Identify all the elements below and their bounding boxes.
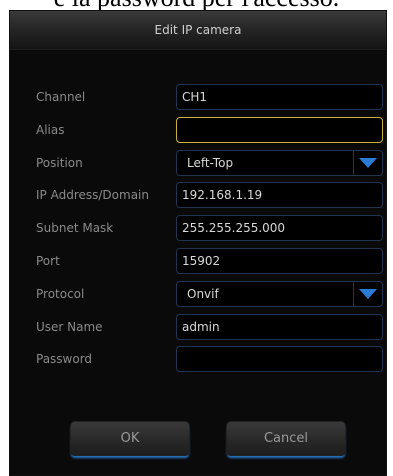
alias-input[interactable] bbox=[176, 117, 383, 143]
ok-button[interactable]: OK bbox=[70, 421, 190, 456]
label-user-name: User Name bbox=[36, 320, 103, 334]
protocol-value: Onvif bbox=[187, 287, 219, 301]
label-port: Port bbox=[36, 254, 60, 268]
position-value: Left-Top bbox=[187, 156, 234, 170]
label-protocol: Protocol bbox=[36, 287, 85, 301]
edit-ip-camera-dialog: Edit IP camera Channel Alias Position IP… bbox=[9, 10, 387, 476]
subnet-mask-input[interactable]: 255.255.255.000 bbox=[176, 215, 383, 241]
password-input[interactable] bbox=[176, 346, 383, 372]
partial-caption-text: e la password per l'accesso. bbox=[0, 0, 393, 10]
channel-field[interactable]: CH1 bbox=[176, 84, 383, 110]
protocol-select[interactable]: Onvif bbox=[176, 281, 383, 307]
dialog-title: Edit IP camera bbox=[10, 11, 386, 50]
label-subnet-mask: Subnet Mask bbox=[36, 221, 114, 235]
label-position: Position bbox=[36, 156, 83, 170]
chevron-down-icon bbox=[359, 158, 377, 168]
port-input[interactable]: 15902 bbox=[176, 248, 383, 274]
label-password: Password bbox=[36, 352, 93, 366]
label-channel: Channel bbox=[36, 90, 86, 104]
position-dropdown-button[interactable] bbox=[353, 151, 382, 175]
user-name-input[interactable]: admin bbox=[176, 314, 383, 340]
position-select[interactable]: Left-Top bbox=[176, 150, 383, 176]
protocol-dropdown-button[interactable] bbox=[353, 282, 382, 306]
ip-address-input[interactable]: 192.168.1.19 bbox=[176, 182, 383, 208]
chevron-down-icon bbox=[359, 289, 377, 299]
label-ip-address: IP Address/Domain bbox=[36, 188, 149, 202]
label-alias: Alias bbox=[36, 123, 65, 137]
cancel-button[interactable]: Cancel bbox=[226, 421, 346, 456]
